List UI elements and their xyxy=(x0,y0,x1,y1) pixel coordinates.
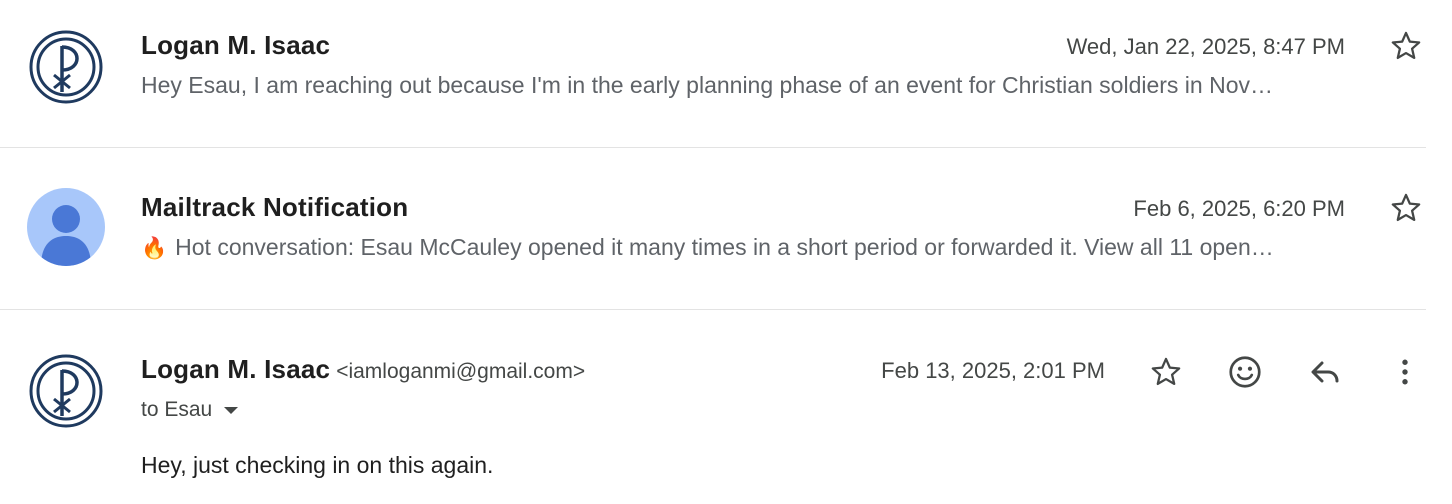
chi-rho-icon xyxy=(29,30,103,104)
more-options-button[interactable] xyxy=(1385,352,1425,392)
sender-name: Logan M. Isaac xyxy=(141,30,331,60)
recipients-label: to Esau xyxy=(141,398,213,421)
sender-avatar-chi-rho-logo xyxy=(27,352,105,430)
reply-icon xyxy=(1311,361,1339,383)
emoji-react-icon xyxy=(1229,356,1261,388)
snippet-text: Hot conversation: Esau McCauley opened i… xyxy=(175,234,1274,260)
sender-email: <iamloganmi@gmail.com> xyxy=(336,360,586,383)
sender-name: Mailtrack Notification xyxy=(141,192,409,222)
message-date: Wed, Jan 22, 2025, 8:47 PM xyxy=(1066,34,1345,59)
person-icon xyxy=(41,205,91,266)
emoji-react-button[interactable] xyxy=(1225,352,1265,392)
fire-emoji-icon: 🔥 xyxy=(141,237,168,260)
sender-display-name: Logan M. Isaac xyxy=(141,354,331,384)
sender-avatar-chi-rho-logo xyxy=(27,28,105,106)
more-vert-icon xyxy=(1402,359,1408,385)
sender-name: Logan M. Isaac <iamloganmi@gmail.com> xyxy=(141,354,585,385)
chi-rho-icon xyxy=(29,354,103,428)
star-icon xyxy=(1151,357,1181,386)
message-row-2[interactable]: Mailtrack Notification Feb 6, 2025, 6:20… xyxy=(0,148,1452,309)
sender-avatar-default xyxy=(27,188,105,266)
message-date: Feb 6, 2025, 6:20 PM xyxy=(1133,196,1345,221)
star-icon[interactable] xyxy=(1389,29,1423,63)
message-date: Feb 13, 2025, 2:01 PM xyxy=(881,358,1105,383)
message-row-1[interactable]: Logan M. Isaac Wed, Jan 22, 2025, 8:47 P… xyxy=(0,0,1452,147)
message-snippet: Hey Esau, I am reaching out because I'm … xyxy=(141,72,1273,98)
message-body: Hey, just checking in on this again. xyxy=(141,452,494,478)
recipients-toggle[interactable]: to Esau xyxy=(141,398,239,422)
chevron-down-icon[interactable] xyxy=(224,406,239,414)
message-snippet: 🔥 Hot conversation: Esau McCauley opened … xyxy=(141,234,1421,261)
message-expanded: Logan M. Isaac <iamloganmi@gmail.com> Feb… xyxy=(0,310,1452,504)
reply-button[interactable] xyxy=(1305,352,1345,392)
star-button[interactable] xyxy=(1146,352,1186,392)
star-icon[interactable] xyxy=(1389,191,1423,225)
